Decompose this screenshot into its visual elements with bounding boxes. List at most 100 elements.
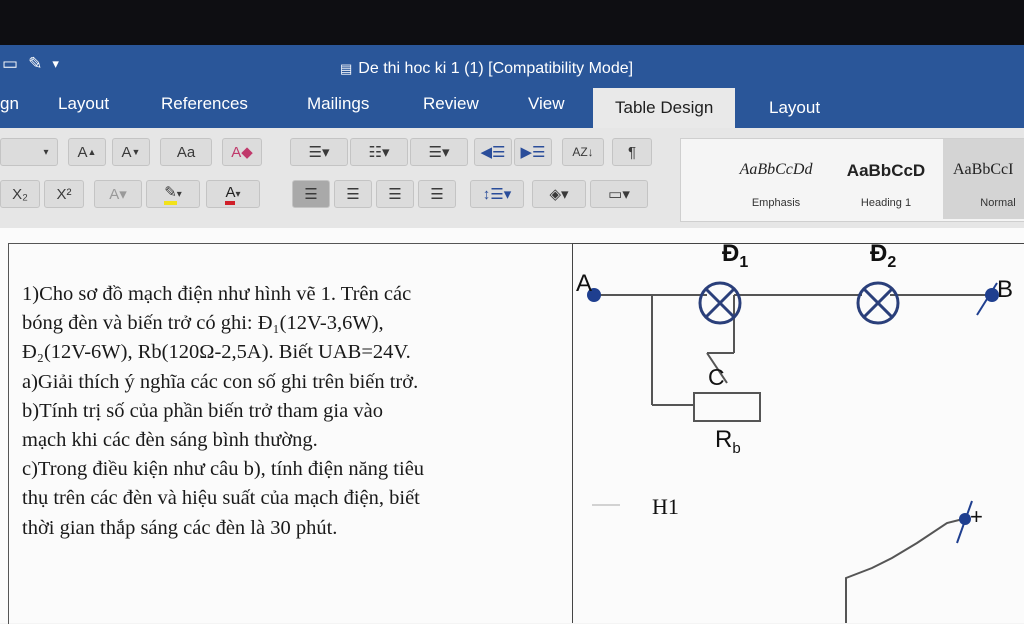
shading-button[interactable]: ◈▾ <box>532 180 586 208</box>
superscript-label: X² <box>56 185 72 203</box>
numbered-list-icon: ☷▾ <box>368 144 390 161</box>
style-sample: AaBbCcI <box>953 161 1014 178</box>
line-spacing-button[interactable]: ↕☰▾ <box>470 180 524 208</box>
align-right-icon: ☰ <box>388 186 402 203</box>
subscript-button[interactable]: X₂ <box>0 180 40 208</box>
font-color-icon: A <box>225 184 236 205</box>
node-b-label: B <box>997 276 1014 303</box>
problem-line: b)Tính trị số của phần biến trở tham gia… <box>22 399 383 422</box>
tab-table-design[interactable]: Table Design <box>593 88 736 128</box>
multilevel-list-icon: ☰▾ <box>428 144 450 161</box>
rheostat-subscript: b <box>732 439 741 457</box>
tab-references[interactable]: References <box>161 88 248 120</box>
font-color-button[interactable]: A ▾ <box>206 180 260 208</box>
grow-font-label: A <box>77 143 88 161</box>
lamp-2-label: Đ2 <box>870 240 896 272</box>
tab-review[interactable]: Review <box>423 88 479 120</box>
superscript-button[interactable]: X² <box>44 180 84 208</box>
change-case-button[interactable]: Aa <box>160 138 212 166</box>
save-icon[interactable]: ▭ <box>2 54 18 74</box>
lamp-1-letter: Đ <box>722 240 740 267</box>
style-heading-1[interactable]: AaBbCcD Heading 1 <box>831 139 941 219</box>
multilevel-list-button[interactable]: ☰▾ <box>410 138 468 166</box>
rheostat-letter: R <box>715 426 733 453</box>
lamp-1-label: Đ1 <box>722 240 748 272</box>
justify-icon: ☰ <box>430 186 444 203</box>
style-sample: AaBbCcD <box>846 161 926 180</box>
border-icon: ▭▾ <box>608 186 630 203</box>
window-title-text: De thi hoc ki 1 (1) [Compatibility Mode] <box>358 60 634 77</box>
text-effects-icon: A▾ <box>109 186 127 203</box>
chevron-down-icon: ▾ <box>176 188 182 200</box>
style-name: Emphasis <box>751 197 801 209</box>
node-a-label: A <box>576 270 593 297</box>
font-size-dropdown[interactable]: ▾ <box>0 138 58 166</box>
edit-icon[interactable]: ✎ <box>28 54 42 74</box>
decrease-indent-icon: ◀☰ <box>480 144 506 161</box>
style-name: Normal <box>980 197 1016 209</box>
pilcrow-icon: ¶ <box>627 143 637 161</box>
text-effects-button[interactable]: A▾ <box>94 180 142 208</box>
show-marks-button[interactable]: ¶ <box>612 138 652 166</box>
figure-label: H1 <box>652 494 679 519</box>
problem-line: a)Giải thích ý nghĩa các con số ghi trên… <box>22 370 419 393</box>
problem-line: 1)Cho sơ đồ mạch điện như hình vẽ 1. Trê… <box>22 283 412 305</box>
align-right-button[interactable]: ☰ <box>376 180 414 208</box>
style-name: Heading 1 <box>860 197 912 209</box>
problem-line: thụ trên các đèn và hiệu suất của mạch đ… <box>22 487 420 510</box>
problem-text[interactable]: 1)Cho sơ đồ mạch điện như hình vẽ 1. Trê… <box>22 280 567 543</box>
quick-access-toolbar: ▭ ✎ ▾ <box>0 52 59 76</box>
wire-to-plus <box>845 517 968 623</box>
borders-button[interactable]: ▭▾ <box>590 180 648 208</box>
slider-label: C <box>708 364 725 390</box>
align-left-icon: ☰ <box>304 186 318 203</box>
lamp-1-subscript: 1 <box>739 253 749 271</box>
line-spacing-icon: ↕☰▾ <box>482 186 512 203</box>
tab-mailings[interactable]: Mailings <box>307 88 369 120</box>
bullet-list-icon: ☰▾ <box>308 144 330 161</box>
align-center-button[interactable]: ☰ <box>334 180 372 208</box>
problem-line: mạch khi các đèn sáng bình thường. <box>22 429 318 452</box>
styles-gallery: AaBbCcDd Emphasis AaBbCcD Heading 1 AaBb… <box>680 138 1024 222</box>
increase-indent-icon: ▶☰ <box>520 144 546 161</box>
grow-font-button[interactable]: A ▲ <box>68 138 106 166</box>
style-normal[interactable]: AaBbCcI Normal <box>943 139 1024 219</box>
tab-layout[interactable]: Layout <box>58 88 109 120</box>
problem-line: Đ₂(12V-6W), Rb(120Ω-2,5A). Biết UAB=24V. <box>22 341 411 364</box>
clear-formatting-button[interactable]: A◆ <box>222 138 262 166</box>
increase-indent-button[interactable]: ▶☰ <box>514 138 552 166</box>
tab-view[interactable]: View <box>528 88 565 120</box>
circuit-diagram <box>587 281 999 623</box>
subscript-label: X₂ <box>12 185 28 203</box>
tab-design[interactable]: gn <box>0 88 19 120</box>
chevron-down-icon: ▾ <box>43 146 49 158</box>
eraser-icon: A◆ <box>231 144 253 161</box>
customize-toolbar-icon[interactable]: ▾ <box>52 56 59 72</box>
style-sample: AaBbCcDd <box>739 161 813 178</box>
numbering-button[interactable]: ☷▾ <box>350 138 408 166</box>
align-left-button[interactable]: ☰ <box>292 180 330 208</box>
justify-button[interactable]: ☰ <box>418 180 456 208</box>
tab-table-layout[interactable]: Layout <box>769 92 820 124</box>
highlight-button[interactable]: ✎ ▾ <box>146 180 200 208</box>
caret-up-icon: ▲ <box>87 147 97 157</box>
shrink-font-label: A <box>121 143 132 161</box>
highlighter-icon: ✎ <box>164 183 177 205</box>
plus-label: + <box>970 504 983 529</box>
chevron-down-icon: ▾ <box>235 188 241 200</box>
caret-down-icon: ▼ <box>131 147 141 157</box>
align-center-icon: ☰ <box>346 186 360 203</box>
rheostat-body <box>693 392 761 422</box>
paint-bucket-icon: ◈▾ <box>549 186 569 203</box>
style-emphasis[interactable]: AaBbCcDd Emphasis <box>721 139 831 219</box>
window-title: ▤ De thi hoc ki 1 (1) [Compatibility Mod… <box>340 60 633 78</box>
screen-top-bezel <box>0 0 1024 45</box>
bullets-button[interactable]: ☰▾ <box>290 138 348 166</box>
decrease-indent-button[interactable]: ◀☰ <box>474 138 512 166</box>
shrink-font-button[interactable]: A ▼ <box>112 138 150 166</box>
lamp-2-letter: Đ <box>870 240 888 267</box>
problem-line: bóng đèn và biến trở có ghi: Đ₁(12V-3,6W… <box>22 312 384 335</box>
sort-button[interactable]: AZ↓ <box>562 138 604 166</box>
rheostat-label: Rb <box>715 426 741 457</box>
sort-icon: AZ↓ <box>572 145 594 159</box>
